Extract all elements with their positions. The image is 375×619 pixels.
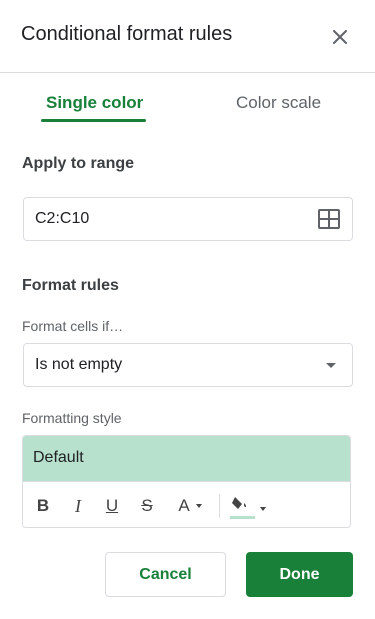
formatting-style-box: Default B I U S A xyxy=(22,435,351,528)
strikethrough-button[interactable]: S xyxy=(138,493,156,519)
cancel-button[interactable]: Cancel xyxy=(105,552,226,597)
formatting-style-label: Formatting style xyxy=(22,410,122,426)
format-cells-if-label: Format cells if… xyxy=(22,318,124,334)
style-preview[interactable]: Default xyxy=(23,436,350,481)
tab-bar: Single color Color scale xyxy=(0,73,375,127)
bold-button[interactable]: B xyxy=(34,493,52,519)
apply-to-range-label: Apply to range xyxy=(22,155,135,172)
chevron-down-icon xyxy=(326,363,336,368)
close-icon[interactable] xyxy=(328,25,352,49)
tab-color-scale[interactable]: Color scale xyxy=(236,93,321,113)
range-value[interactable]: C2:C10 xyxy=(35,210,89,228)
text-color-letter: A xyxy=(178,496,190,515)
chevron-down-icon xyxy=(195,504,202,508)
chevron-down-icon xyxy=(260,507,266,511)
text-color-button[interactable]: A xyxy=(173,493,207,519)
condition-select[interactable]: Is not empty xyxy=(23,343,353,387)
underline-button[interactable]: U xyxy=(103,493,121,519)
dialog-title: Conditional format rules xyxy=(21,23,233,45)
fill-color-swatch xyxy=(230,516,255,519)
condition-value: Is not empty xyxy=(35,356,123,373)
done-button[interactable]: Done xyxy=(246,552,353,597)
active-tab-indicator xyxy=(41,119,146,122)
dialog-header: Conditional format rules xyxy=(0,0,375,73)
style-preview-text: Default xyxy=(33,449,84,466)
style-toolbar: B I U S A xyxy=(23,481,350,527)
italic-button[interactable]: I xyxy=(69,493,87,519)
grid-select-icon[interactable] xyxy=(318,209,340,229)
tab-single-color[interactable]: Single color xyxy=(46,93,143,113)
toolbar-divider xyxy=(219,494,220,518)
range-input[interactable]: C2:C10 xyxy=(23,197,353,241)
format-rules-heading: Format rules xyxy=(22,277,119,294)
